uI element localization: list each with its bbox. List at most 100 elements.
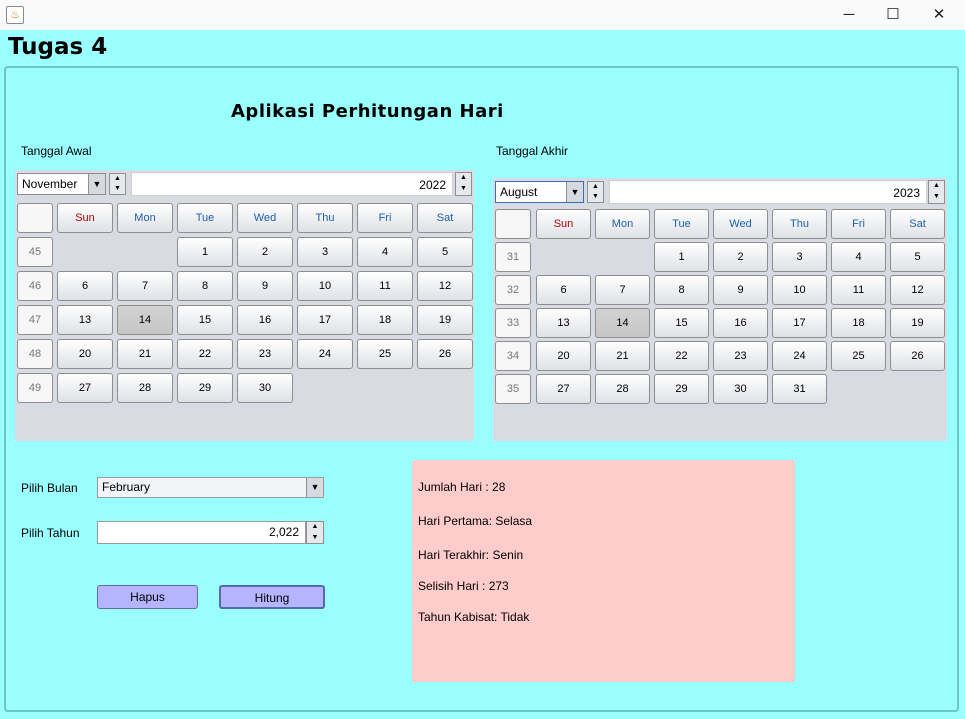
day-button[interactable]: 12 [890,275,945,305]
day-button[interactable]: 8 [177,271,233,301]
app-heading: Aplikasi Perhitungan Hari [231,101,504,122]
day-button[interactable]: 6 [57,271,113,301]
day-button[interactable]: 10 [297,271,353,301]
day-button[interactable]: 2 [237,237,293,267]
day-button[interactable]: 18 [357,305,413,335]
day-button[interactable]: 4 [831,242,886,272]
clear-button[interactable]: Hapus [97,585,198,609]
day-button[interactable]: 21 [595,341,650,371]
day-button[interactable]: 11 [831,275,886,305]
day-button[interactable]: 31 [772,374,827,404]
java-icon: ♨ [6,6,24,24]
day-button[interactable]: 30 [237,373,293,403]
close-button[interactable]: ✕ [916,0,962,30]
first-day-text: Hari Pertama: Selasa [418,514,533,528]
weekday-header-mon: Mon [117,203,173,233]
day-button[interactable]: 22 [654,341,709,371]
last-day-text: Hari Terakhir: Senin [418,548,524,562]
week-number: 49 [17,373,53,403]
day-button[interactable]: 17 [297,305,353,335]
day-button[interactable]: 15 [654,308,709,338]
day-button[interactable]: 11 [357,271,413,301]
day-button[interactable]: 26 [417,339,473,369]
day-button[interactable]: 13 [536,308,591,338]
day-button[interactable]: 16 [713,308,768,338]
day-button[interactable]: 29 [654,374,709,404]
day-button[interactable]: 23 [237,339,293,369]
weekday-header-sun: Sun [536,209,591,239]
day-button[interactable]: 7 [595,275,650,305]
start-date-label: Tanggal Awal [21,144,92,158]
weekday-header-thu: Thu [772,209,827,239]
day-button[interactable]: 20 [536,341,591,371]
weekday-header-mon: Mon [595,209,650,239]
day-button[interactable]: 30 [713,374,768,404]
day-button[interactable]: 26 [890,341,945,371]
day-button[interactable]: 14 [595,308,650,338]
day-button[interactable]: 17 [772,308,827,338]
day-button[interactable]: 13 [57,305,113,335]
leap-year-text: Tahun Kabisat: Tidak [418,610,530,624]
day-button[interactable]: 2 [713,242,768,272]
week-number: 33 [495,308,531,338]
day-button[interactable]: 14 [117,305,173,335]
compute-button[interactable]: Hitung [219,585,325,609]
day-button[interactable]: 22 [177,339,233,369]
day-button[interactable]: 23 [713,341,768,371]
day-button[interactable]: 7 [117,271,173,301]
day-button[interactable]: 15 [177,305,233,335]
day-button[interactable]: 10 [772,275,827,305]
start-date-calendar: November ▼ ▲ ▼ 2022 ▲ ▼ Sun Mon Tue Wed Thu Fri… [15,170,474,441]
weekday-header-wed: Wed [713,209,768,239]
day-button[interactable]: 29 [177,373,233,403]
minimize-button[interactable]: ─ [826,0,872,30]
day-button[interactable]: 5 [890,242,945,272]
day-button[interactable]: 12 [417,271,473,301]
day-button[interactable]: 19 [890,308,945,338]
month-select-value: February [102,480,151,494]
day-button[interactable]: 24 [297,339,353,369]
day-button[interactable]: 21 [117,339,173,369]
week-header-cell [495,209,531,239]
maximize-button[interactable]: ☐ [870,0,916,30]
day-button[interactable]: 9 [713,275,768,305]
week-number: 45 [17,237,53,267]
day-button[interactable]: 25 [357,339,413,369]
day-button[interactable]: 19 [417,305,473,335]
day-button[interactable]: 8 [654,275,709,305]
total-days-text: Jumlah Hari : 28 [418,480,506,494]
day-button[interactable]: 27 [57,373,113,403]
end-date-calendar: August ▼ ▲ ▼ 2023 ▲ ▼ Sun Mon Tue Wed Thu Fri Sa… [493,178,947,441]
frame-title: Tugas 4 [8,34,108,60]
day-button[interactable]: 24 [772,341,827,371]
week-header-cell [17,203,53,233]
weekday-header-sat: Sat [890,209,945,239]
week-number: 34 [495,341,531,371]
chevron-down-icon[interactable]: ▼ [306,478,323,497]
day-difference-text: Selisih Hari : 273 [418,579,509,593]
day-button[interactable]: 3 [297,237,353,267]
day-button[interactable]: 28 [595,374,650,404]
day-button[interactable]: 5 [417,237,473,267]
day-button[interactable]: 9 [237,271,293,301]
weekday-header-fri: Fri [357,203,413,233]
year-input[interactable]: 2,022 [97,521,306,544]
day-button[interactable]: 3 [772,242,827,272]
day-button[interactable]: 28 [117,373,173,403]
year-spinner[interactable]: ▲ ▼ [306,521,324,544]
month-select[interactable]: February ▼ [97,477,324,498]
week-number: 32 [495,275,531,305]
day-button[interactable]: 25 [831,341,886,371]
day-button[interactable]: 6 [536,275,591,305]
day-button[interactable]: 4 [357,237,413,267]
day-button[interactable]: 20 [57,339,113,369]
weekday-header-wed: Wed [237,203,293,233]
day-button[interactable]: 18 [831,308,886,338]
day-button[interactable]: 1 [654,242,709,272]
day-button[interactable]: 1 [177,237,233,267]
day-button[interactable]: 16 [237,305,293,335]
weekday-header-sat: Sat [417,203,473,233]
day-button[interactable]: 27 [536,374,591,404]
week-number: 35 [495,374,531,404]
weekday-header-sun: Sun [57,203,113,233]
